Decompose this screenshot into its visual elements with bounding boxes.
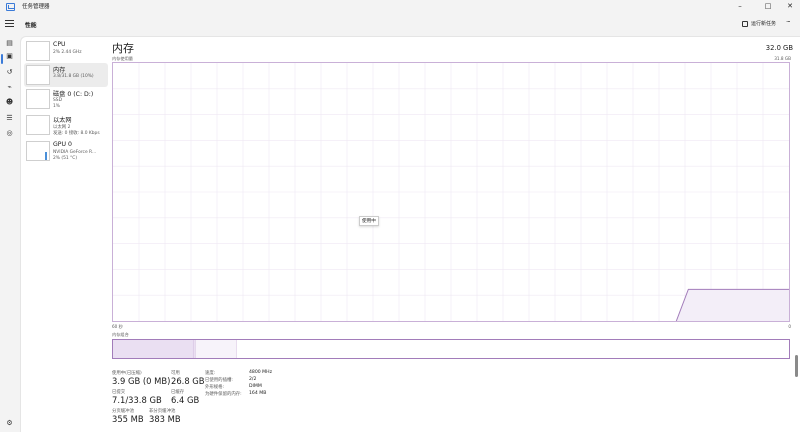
nav-rail: ▤ ▣ ↺ ⌁ ☻ ☰ ◎ ⚙ (0, 36, 20, 432)
resource-name: GPU 0 (53, 141, 72, 148)
memory-usage-graph (112, 62, 790, 322)
time-axis-left: 60 秒 (112, 324, 123, 329)
available-value: 26.8 GB (171, 376, 205, 386)
resource-item-memory[interactable]: 内存 3.8/31.8 GB (10%) (24, 63, 108, 87)
content-area: CPU 2% 2.44 GHz 内存 3.8/31.8 GB (10%) 磁盘 … (20, 36, 800, 432)
gpu-spike (45, 152, 47, 160)
composition-segment[interactable] (195, 340, 237, 358)
resource-item-gpu[interactable]: GPU 0 NVIDIA GeForce R... 2% (51 °C) (24, 139, 108, 163)
composition-segment[interactable] (236, 340, 789, 358)
resource-sub: NVIDIA GeForce R... (53, 150, 97, 155)
in-use-value: 3.9 GB (0 MB) (112, 376, 171, 386)
title-bar: 任务管理器 – □ ✕ (0, 0, 800, 14)
resource-item-ethernet[interactable]: 以太网 以太网 2 发送: 0 接收: 8.0 Kbps (24, 113, 108, 137)
cpu-thumbnail (26, 41, 50, 61)
nav-active-indicator (1, 54, 3, 64)
nonpaged-pool-value: 383 MB (149, 414, 181, 424)
memory-detail-panel: 内存 32.0 GB 内存使用量 31.8 GB 使用中 60 秒 0 内存组合… (112, 37, 800, 432)
resource-sub: SSD (53, 98, 62, 103)
menu-hamburger-icon[interactable] (5, 20, 14, 28)
resource-sub: 3.8/31.8 GB (10%) (53, 74, 94, 79)
prop-slots-value: 2/2 (249, 377, 257, 382)
resource-name: 内存 (53, 67, 66, 74)
prop-reserved-value: 164 MB (249, 391, 267, 396)
detail-title: 内存 (112, 42, 134, 55)
resource-sub: 2% 2.44 GHz (53, 50, 82, 55)
run-new-task-label: 运行新任务 (751, 21, 777, 27)
resource-name: 以太网 (53, 117, 72, 124)
usage-area (676, 289, 789, 321)
prop-speed-key: 速度: (205, 371, 216, 376)
time-axis-right: 0 (788, 324, 791, 329)
resource-item-disk[interactable]: 磁盘 0 (C: D:) SSD 1% (24, 87, 108, 111)
resource-item-cpu[interactable]: CPU 2% 2.44 GHz (24, 39, 108, 63)
ethernet-thumbnail (26, 115, 50, 135)
memory-usage-svg (113, 63, 789, 322)
app-history-icon[interactable]: ↺ (5, 68, 14, 77)
settings-gear-icon[interactable]: ⚙ (5, 419, 14, 428)
performance-icon[interactable]: ▣ (5, 52, 14, 61)
memory-thumbnail (26, 65, 50, 85)
resource-sub: 1% (53, 104, 60, 109)
resource-sub: 发送: 0 接收: 8.0 Kbps (53, 131, 100, 136)
processes-icon[interactable]: ▤ (5, 39, 14, 48)
resource-list: CPU 2% 2.44 GHz 内存 3.8/31.8 GB (10%) 磁盘 … (21, 37, 109, 432)
startup-apps-icon[interactable]: ⌁ (5, 83, 14, 92)
composition-segment[interactable] (113, 340, 194, 358)
users-icon[interactable]: ☻ (5, 98, 14, 107)
resource-sub: 2% (51 °C) (53, 156, 78, 161)
toolbar: 性能 运行新任务 ··· (0, 14, 800, 36)
graph-tooltip: 使用中 (359, 216, 379, 226)
minimize-button[interactable]: – (730, 1, 750, 12)
page-title: 性能 (25, 23, 37, 29)
memory-composition-svg (113, 340, 789, 358)
disk-thumbnail (26, 89, 50, 109)
cached-value: 6.4 GB (171, 395, 200, 405)
usage-max-label: 31.8 GB (774, 56, 791, 61)
window-title: 任务管理器 (22, 4, 50, 10)
composition-label: 内存组合 (112, 332, 129, 337)
vertical-scrollbar[interactable] (795, 355, 798, 377)
resource-name: 磁盘 0 (C: D:) (53, 91, 94, 98)
memory-total: 32.0 GB (765, 44, 793, 52)
maximize-button[interactable]: □ (758, 1, 778, 12)
details-icon[interactable]: ☰ (5, 114, 14, 123)
paged-pool-value: 355 MB (112, 414, 144, 424)
prop-slots-key: 已使用的插槽: (205, 378, 233, 383)
more-options-button[interactable]: ··· (786, 18, 791, 26)
memory-composition-bar (112, 339, 790, 359)
services-icon[interactable]: ◎ (5, 129, 14, 138)
prop-reserved-key: 为硬件保留的内存: (205, 392, 242, 397)
run-new-task-button[interactable]: 运行新任务 (742, 20, 776, 27)
resource-name: CPU (53, 41, 66, 48)
committed-value: 7.1/33.8 GB (112, 395, 162, 405)
task-manager-app-icon (6, 3, 15, 11)
prop-form-key: 外形规格: (205, 385, 225, 390)
close-button[interactable]: ✕ (780, 1, 800, 12)
run-task-icon (742, 20, 748, 27)
prop-speed-value: 4800 MHz (249, 370, 272, 375)
prop-form-value: DIMM (249, 384, 262, 389)
gpu-thumbnail (26, 141, 50, 161)
